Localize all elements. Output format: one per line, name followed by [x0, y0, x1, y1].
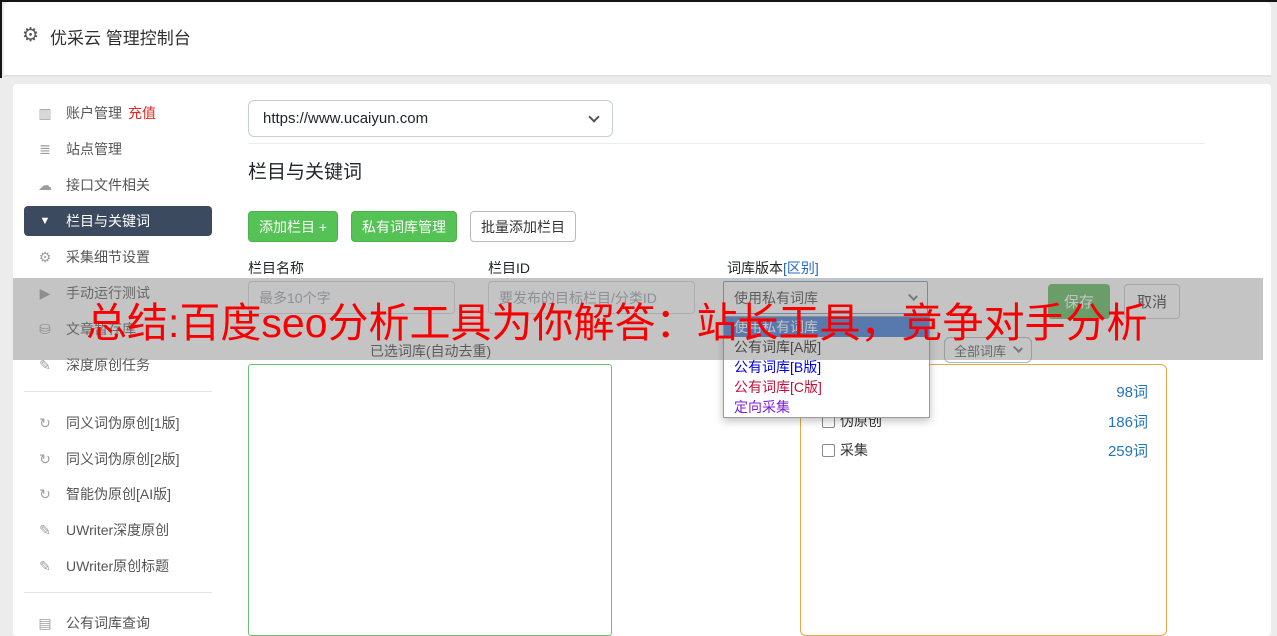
gears-icon: ⚙: [38, 248, 52, 265]
sidebar-item-label: 账户管理: [66, 105, 122, 121]
sidebar-item-3[interactable]: ▼ 栏目与关键词: [24, 206, 212, 236]
page-title: 栏目与关键词: [248, 162, 363, 183]
column-id-label: 栏目ID: [488, 260, 530, 276]
pencil-icon: ✎: [39, 557, 51, 574]
sidebar-item-1[interactable]: ≣ 站点管理: [24, 134, 212, 164]
book-icon: ▤: [38, 614, 52, 631]
sidebar-divider: [24, 391, 212, 392]
lexicon-word-count: 98词: [1116, 383, 1148, 401]
site-url-value: https://www.ucaiyun.com: [263, 110, 429, 127]
sidebar-item-4[interactable]: ⚙ 采集细节设置: [24, 242, 212, 272]
lexicon-version-label: 词库版本[区别]: [727, 260, 819, 276]
lexicon-option-2[interactable]: 公有词库[B版]: [724, 357, 929, 377]
banner-text: 总结:百度seo分析工具为你解答：站长工具，竞争对手分析: [86, 300, 1148, 346]
chevron-down-icon: [588, 110, 600, 123]
lexicon-option-4[interactable]: 定向采集: [724, 397, 929, 417]
app-header: ⚙ 优采云 管理控制台: [4, 2, 1271, 77]
sidebar-item-label: UWriter深度原创: [66, 522, 170, 538]
sidebar-item-label: 采集细节设置: [66, 249, 150, 265]
sidebar-item-label: UWriter原创标题: [66, 558, 170, 574]
private-lexicon-button[interactable]: 私有词库管理: [351, 211, 457, 242]
recharge-badge[interactable]: 充值: [128, 103, 156, 123]
sidebar-item-11[interactable]: ↻ 智能伪原创[AI版]: [24, 479, 212, 509]
filter-icon: ▼: [39, 215, 51, 227]
sidebar-item-15[interactable]: ▤ 公有词库查询: [24, 608, 212, 636]
lexicon-option-3[interactable]: 公有词库[C版]: [724, 377, 929, 397]
app-title: 优采云 管理控制台: [50, 29, 191, 48]
lexicon-row-label: 采集: [840, 442, 868, 458]
bar-chart-icon: ▥: [38, 104, 52, 121]
batch-add-button[interactable]: 批量添加栏目: [470, 211, 576, 242]
selected-lexicon-box: [248, 364, 612, 636]
sidebar-item-12[interactable]: ✎ UWriter深度原创: [24, 515, 212, 545]
sidebar-divider: [24, 592, 212, 593]
site-url-select[interactable]: https://www.ucaiyun.com: [248, 100, 613, 137]
sidebar-item-9[interactable]: ↻ 同义词伪原创[1版]: [24, 408, 212, 438]
sidebar-item-13[interactable]: ✎ UWriter原创标题: [24, 551, 212, 581]
sidebar-item-10[interactable]: ↻ 同义词伪原创[2版]: [24, 444, 212, 474]
section-divider: [248, 143, 1205, 144]
sidebar-item-label: 接口文件相关: [66, 177, 150, 193]
refresh-icon: ↻: [39, 485, 51, 502]
sidebar-item-label: 同义词伪原创[2版]: [66, 451, 180, 467]
add-column-button[interactable]: 添加栏目 +: [248, 211, 338, 242]
screenshot-left-border: [0, 0, 2, 78]
lexicon-version-diff-link[interactable]: [区别]: [783, 260, 819, 276]
refresh-icon: ↻: [39, 414, 51, 431]
column-name-label: 栏目名称: [248, 260, 304, 276]
sidebar-item-0[interactable]: ▥ 账户管理 充值: [24, 98, 212, 128]
sidebar-item-2[interactable]: ☁ 接口文件相关: [24, 170, 212, 200]
screenshot-top-border: [0, 0, 1277, 2]
lexicon-word-count: 186词: [1107, 413, 1148, 431]
sidebar-item-label: 同义词伪原创[1版]: [66, 415, 180, 431]
lexicon-row-2: 采集 259词: [822, 439, 1148, 461]
sidebar-item-label: 公有词库查询: [66, 615, 150, 631]
refresh-icon: ↻: [39, 450, 51, 467]
lexicon-word-count: 259词: [1107, 442, 1148, 460]
banner-overlay: 总结:百度seo分析工具为你解答：站长工具，竞争对手分析: [13, 278, 1263, 360]
cloud-upload-icon: ☁: [38, 176, 52, 193]
pencil-icon: ✎: [39, 521, 51, 538]
checkbox[interactable]: [822, 443, 835, 457]
server-icon: ≣: [39, 140, 51, 157]
gear-icon: ⚙: [22, 25, 40, 46]
sidebar-item-label: 站点管理: [66, 141, 122, 157]
sidebar-item-label: 智能伪原创[AI版]: [66, 486, 172, 502]
sidebar-item-label: 栏目与关键词: [66, 213, 150, 229]
